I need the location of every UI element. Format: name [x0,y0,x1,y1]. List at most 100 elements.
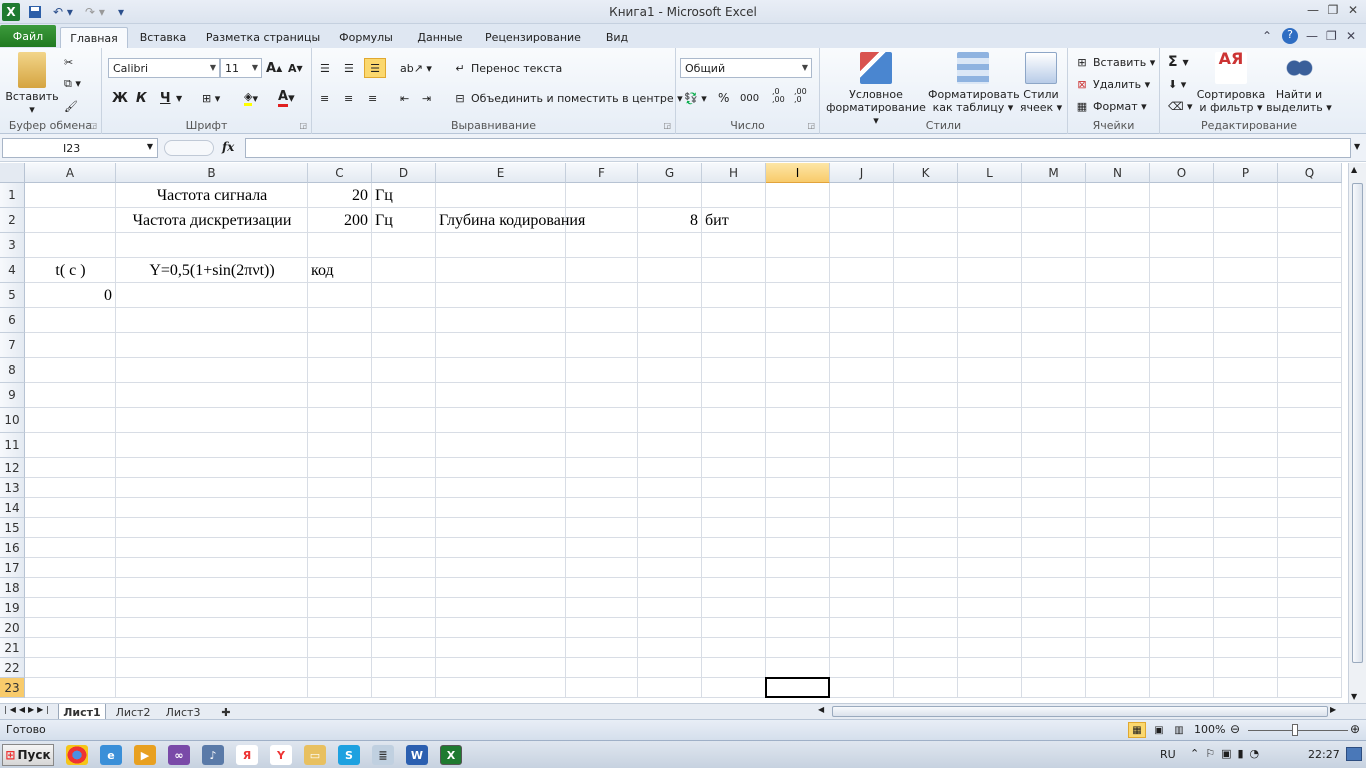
cell-C1[interactable]: 20 [308,183,368,208]
cell-B4[interactable]: Y=0,5(1+sin(2πνt)) [116,258,308,283]
scroll-down-icon[interactable]: ▼ [1351,692,1357,701]
vertical-scrollbar[interactable]: ▲ ▼ [1348,163,1366,703]
row-header-13[interactable]: 13 [0,478,25,498]
scroll-up-icon[interactable]: ▲ [1351,165,1357,174]
clear-icon[interactable]: ⌫ ▾ [1168,96,1193,116]
row-header-16[interactable]: 16 [0,538,25,558]
skype-icon[interactable]: S [338,745,360,765]
chrome-icon[interactable] [66,745,88,765]
font-color-icon[interactable]: A ▾ [278,88,295,108]
italic-button[interactable]: К [136,88,147,108]
merge-center-button[interactable]: ⊟ Объединить и поместить в центре ▾ [452,88,682,108]
sheet-nav-icons[interactable]: |◀◀▶▶| [4,705,52,714]
page-break-view-icon[interactable]: ▥ [1170,722,1188,738]
column-header-E[interactable]: E [436,163,566,183]
underline-button[interactable]: Ч [160,88,171,108]
vertical-scroll-thumb[interactable] [1352,183,1363,663]
cell-B2[interactable]: Частота дискретизации [116,208,308,233]
increase-decimal-button[interactable]: ,0 ,00 [772,86,792,106]
column-header-F[interactable]: F [566,163,638,183]
thousands-separator-button[interactable]: 000 [740,88,759,108]
sheet-tab-2[interactable]: Лист2 [110,704,156,720]
orientation-icon[interactable]: ab↗ ▾ [400,58,432,78]
scroll-right-icon[interactable]: ▶ [1330,705,1336,714]
explorer-folder-icon[interactable]: ▭ [304,745,326,765]
row-header-1[interactable]: 1 [0,183,25,208]
font-name-combo[interactable]: Calibri ▼ [108,58,220,78]
autosum-button[interactable]: Σ ▼ [1168,52,1189,72]
language-indicator[interactable]: RU [1160,748,1176,761]
column-header-C[interactable]: C [308,163,372,183]
yandex-icon[interactable]: Я [236,745,258,765]
cell-C4[interactable]: код [311,258,334,283]
name-box-dropdown-icon[interactable]: ▼ [147,142,153,151]
spreadsheet-grid[interactable]: ABCDEFGHIJKLMNOPQ 1 2 3 4 5 6 7 8 9 10 11 12 13 14 15 1… [0,163,1348,703]
grow-font-button[interactable]: A ▲ [266,58,282,78]
borders-icon[interactable]: ⊞ ▾ [202,88,220,108]
tab-home[interactable]: Главная [60,27,128,48]
column-header-P[interactable]: P [1214,163,1278,183]
cell-B1[interactable]: Частота сигнала [116,183,308,208]
page-layout-view-icon[interactable]: ▣ [1150,722,1168,738]
media-player-icon[interactable]: ▶ [134,745,156,765]
scroll-left-icon[interactable]: ◀ [818,705,824,714]
horizontal-scroll-thumb[interactable] [832,706,1328,717]
help-icon[interactable]: ? [1282,28,1298,44]
active-cell-selection[interactable] [765,677,830,698]
align-right-icon[interactable]: ≡ [368,88,377,108]
increase-indent-icon[interactable]: ⇥ [422,88,431,108]
minimize-button[interactable]: — [1302,1,1324,19]
delete-cells-button[interactable]: ⊠ Удалить ▾ [1074,74,1150,94]
tab-page-layout[interactable]: Разметка страницы [200,27,326,48]
row-header-18[interactable]: 18 [0,578,25,598]
tab-formulas[interactable]: Формулы [334,27,398,48]
cell-G2[interactable]: 8 [638,208,698,233]
cell-C2[interactable]: 200 [308,208,368,233]
number-format-combo[interactable]: Общий ▼ [680,58,812,78]
minimize-ribbon-icon[interactable]: ⌃ [1262,29,1272,43]
percent-button[interactable]: % [718,88,729,108]
word-icon[interactable]: W [406,745,428,765]
row-header-4[interactable]: 4 [0,258,25,283]
select-all-corner[interactable] [0,163,25,183]
row-header-7[interactable]: 7 [0,333,25,358]
column-header-K[interactable]: K [894,163,958,183]
row-header-2[interactable]: 2 [0,208,25,233]
row-header-5[interactable]: 5 [0,283,25,308]
visual-studio-icon[interactable]: ∞ [168,745,190,765]
row-header-22[interactable]: 22 [0,658,25,678]
tab-review[interactable]: Рецензирование [480,27,586,48]
conditional-formatting-button[interactable]: Условное форматирование ▾ [824,52,928,127]
bold-button[interactable]: Ж [112,88,128,108]
formula-input[interactable] [245,138,1351,158]
column-header-N[interactable]: N [1086,163,1150,183]
new-sheet-icon[interactable]: ✚ [214,704,238,720]
find-select-button[interactable]: Найти и выделить ▾ [1266,52,1332,114]
row-header-20[interactable]: 20 [0,618,25,638]
zoom-in-icon[interactable]: ⊕ [1350,722,1360,736]
ie-icon[interactable]: e [100,745,122,765]
expand-formula-bar-icon[interactable]: ▼ [1354,142,1360,151]
number-launcher-icon[interactable]: ◲ [807,121,815,130]
fill-icon[interactable]: ⬇ ▾ [1168,74,1186,94]
row-header-17[interactable]: 17 [0,558,25,578]
font-launcher-icon[interactable]: ◲ [299,121,307,130]
zoom-out-icon[interactable]: ⊖ [1230,722,1240,736]
cell-D1[interactable]: Гц [375,183,393,208]
name-box[interactable]: I23 ▼ [2,138,158,158]
sort-filter-button[interactable]: AЯ Сортировка и фильтр ▾ [1196,51,1266,115]
wrap-text-button[interactable]: ↵ Перенос текста [452,58,562,78]
normal-view-icon[interactable]: ▦ [1128,722,1146,738]
cell-E2[interactable]: Глубина кодирования [439,208,585,233]
column-header-G[interactable]: G [638,163,702,183]
cell-A5[interactable]: 0 [25,283,112,308]
formula-bar-splitter[interactable] [164,140,214,156]
column-header-L[interactable]: L [958,163,1022,183]
row-header-11[interactable]: 11 [0,433,25,458]
paste-button[interactable]: Вставить ▾ [4,52,60,116]
row-header-14[interactable]: 14 [0,498,25,518]
cell-D2[interactable]: Гц [375,208,393,233]
cell-A4[interactable]: t( с ) [25,258,116,283]
column-header-M[interactable]: M [1022,163,1086,183]
fill-color-icon[interactable]: ◈ ▾ [244,88,258,108]
